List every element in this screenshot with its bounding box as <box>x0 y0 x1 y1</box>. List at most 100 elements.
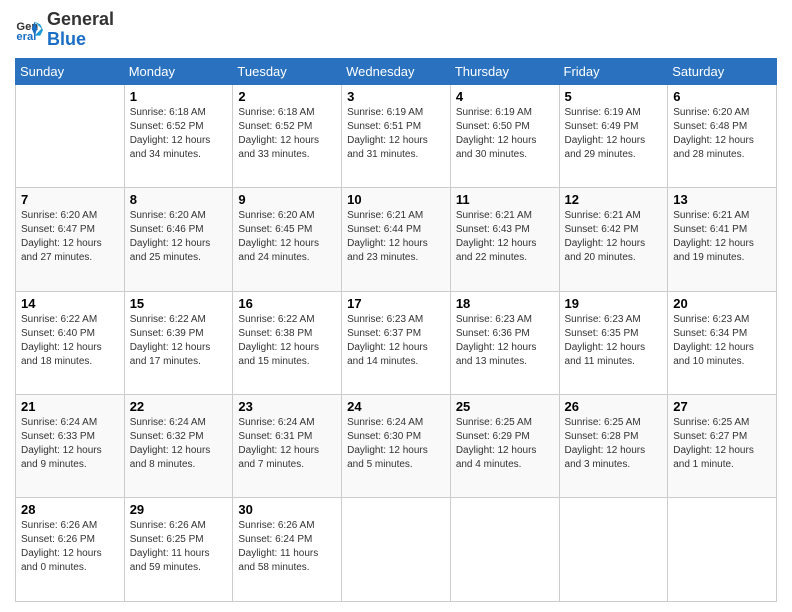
calendar-cell: 18Sunrise: 6:23 AM Sunset: 6:36 PM Dayli… <box>450 291 559 394</box>
calendar-cell <box>16 84 125 187</box>
day-number: 4 <box>456 89 554 104</box>
calendar-cell: 9 Sunrise: 6:20 AM Sunset: 6:45 PM Daylig… <box>233 188 342 291</box>
calendar-cell: 21 Sunrise: 6:24 AM Sunset: 6:33 PM Dayli… <box>16 395 125 498</box>
calendar-cell: 22 Sunrise: 6:24 AM Sunset: 6:32 PM Dayli… <box>124 395 233 498</box>
calendar-cell: 26 Sunrise: 6:25 AM Sunset: 6:28 PM Dayli… <box>559 395 668 498</box>
calendar-cell: 16 Sunrise: 6:22 AM Sunset: 6:38 PM Dayli… <box>233 291 342 394</box>
day-info: Sunrise: 6:22 AM Sunset: 6:38 PM Dayligh… <box>238 313 336 369</box>
calendar-cell: 6 Sunrise: 6:20 AM Sunset: 6:48 PM Daylig… <box>668 84 777 187</box>
day-number: 21 <box>21 399 119 414</box>
day-number: 17 <box>347 296 445 311</box>
day-info: Sunrise: 6:20 AM Sunset: 6:47 PM Dayligh… <box>21 209 119 265</box>
day-number: 18 <box>456 296 554 311</box>
week-row-4: 28Sunrise: 6:26 AM Sunset: 6:26 PM Dayli… <box>16 498 777 602</box>
day-info: Sunrise: 6:23 AM Sunset: 6:37 PM Dayligh… <box>347 313 445 369</box>
day-info: Sunrise: 6:20 AM Sunset: 6:46 PM Dayligh… <box>130 209 228 265</box>
calendar-cell: 24Sunrise: 6:24 AM Sunset: 6:30 PM Dayli… <box>342 395 451 498</box>
calendar-cell: 2 Sunrise: 6:18 AM Sunset: 6:52 PM Daylig… <box>233 84 342 187</box>
page: Gen eral General Blue SundayMondayTuesda… <box>0 0 792 612</box>
day-number: 23 <box>238 399 336 414</box>
calendar-cell: 15Sunrise: 6:22 AM Sunset: 6:39 PM Dayli… <box>124 291 233 394</box>
logo-icon: Gen eral <box>15 16 43 44</box>
logo-text: General Blue <box>47 10 114 50</box>
week-row-3: 21 Sunrise: 6:24 AM Sunset: 6:33 PM Dayli… <box>16 395 777 498</box>
calendar-cell: 4 Sunrise: 6:19 AM Sunset: 6:50 PM Daylig… <box>450 84 559 187</box>
calendar-cell: 25Sunrise: 6:25 AM Sunset: 6:29 PM Dayli… <box>450 395 559 498</box>
day-number: 14 <box>21 296 119 311</box>
calendar-cell: 1Sunrise: 6:18 AM Sunset: 6:52 PM Daylig… <box>124 84 233 187</box>
day-info: Sunrise: 6:22 AM Sunset: 6:39 PM Dayligh… <box>130 313 228 369</box>
day-number: 5 <box>565 89 663 104</box>
calendar-cell <box>342 498 451 602</box>
day-number: 10 <box>347 192 445 207</box>
calendar-cell: 11Sunrise: 6:21 AM Sunset: 6:43 PM Dayli… <box>450 188 559 291</box>
day-number: 6 <box>673 89 771 104</box>
header-day-monday: Monday <box>124 58 233 84</box>
day-number: 29 <box>130 502 228 517</box>
week-row-2: 14 Sunrise: 6:22 AM Sunset: 6:40 PM Dayli… <box>16 291 777 394</box>
day-number: 27 <box>673 399 771 414</box>
day-info: Sunrise: 6:23 AM Sunset: 6:35 PM Dayligh… <box>565 313 663 369</box>
calendar: SundayMondayTuesdayWednesdayThursdayFrid… <box>15 58 777 602</box>
calendar-cell: 5Sunrise: 6:19 AM Sunset: 6:49 PM Daylig… <box>559 84 668 187</box>
day-info: Sunrise: 6:24 AM Sunset: 6:33 PM Dayligh… <box>21 416 119 472</box>
week-row-0: 1 Sunrise: 6:18 AM Sunset: 6:52 PM Daylig… <box>16 84 777 187</box>
day-number: 25 <box>456 399 554 414</box>
calendar-cell: 20 Sunrise: 6:23 AM Sunset: 6:34 PM Dayli… <box>668 291 777 394</box>
calendar-cell: 8 Sunrise: 6:20 AM Sunset: 6:46 PM Daylig… <box>124 188 233 291</box>
day-info: Sunrise: 6:26 AM Sunset: 6:24 PM Dayligh… <box>238 519 336 575</box>
day-number: 9 <box>238 192 336 207</box>
day-info: Sunrise: 6:24 AM Sunset: 6:30 PM Dayligh… <box>347 416 445 472</box>
day-info: Sunrise: 6:22 AM Sunset: 6:40 PM Dayligh… <box>21 313 119 369</box>
calendar-cell: 30 Sunrise: 6:26 AM Sunset: 6:24 PM Dayli… <box>233 498 342 602</box>
day-number: 8 <box>130 192 228 207</box>
calendar-cell: 27Sunrise: 6:25 AM Sunset: 6:27 PM Dayli… <box>668 395 777 498</box>
day-info: Sunrise: 6:18 AM Sunset: 6:52 PM Dayligh… <box>238 106 336 162</box>
header-day-sunday: Sunday <box>16 58 125 84</box>
calendar-cell: 3Sunrise: 6:19 AM Sunset: 6:51 PM Daylig… <box>342 84 451 187</box>
header-day-tuesday: Tuesday <box>233 58 342 84</box>
calendar-cell: 13 Sunrise: 6:21 AM Sunset: 6:41 PM Dayli… <box>668 188 777 291</box>
day-number: 16 <box>238 296 336 311</box>
logo: Gen eral General Blue <box>15 10 114 50</box>
day-info: Sunrise: 6:20 AM Sunset: 6:48 PM Dayligh… <box>673 106 771 162</box>
header-day-wednesday: Wednesday <box>342 58 451 84</box>
calendar-cell: 12 Sunrise: 6:21 AM Sunset: 6:42 PM Dayli… <box>559 188 668 291</box>
day-info: Sunrise: 6:23 AM Sunset: 6:34 PM Dayligh… <box>673 313 771 369</box>
day-info: Sunrise: 6:21 AM Sunset: 6:42 PM Dayligh… <box>565 209 663 265</box>
calendar-cell: 14 Sunrise: 6:22 AM Sunset: 6:40 PM Dayli… <box>16 291 125 394</box>
week-row-1: 7 Sunrise: 6:20 AM Sunset: 6:47 PM Daylig… <box>16 188 777 291</box>
day-info: Sunrise: 6:21 AM Sunset: 6:41 PM Dayligh… <box>673 209 771 265</box>
day-info: Sunrise: 6:21 AM Sunset: 6:44 PM Dayligh… <box>347 209 445 265</box>
calendar-cell: 23 Sunrise: 6:24 AM Sunset: 6:31 PM Dayli… <box>233 395 342 498</box>
calendar-cell <box>559 498 668 602</box>
calendar-cell: 19Sunrise: 6:23 AM Sunset: 6:35 PM Dayli… <box>559 291 668 394</box>
calendar-header: SundayMondayTuesdayWednesdayThursdayFrid… <box>16 58 777 84</box>
day-number: 26 <box>565 399 663 414</box>
day-info: Sunrise: 6:24 AM Sunset: 6:32 PM Dayligh… <box>130 416 228 472</box>
calendar-cell: 7 Sunrise: 6:20 AM Sunset: 6:47 PM Daylig… <box>16 188 125 291</box>
day-info: Sunrise: 6:19 AM Sunset: 6:50 PM Dayligh… <box>456 106 554 162</box>
calendar-body: 1 Sunrise: 6:18 AM Sunset: 6:52 PM Daylig… <box>16 84 777 601</box>
calendar-cell: 17 Sunrise: 6:23 AM Sunset: 6:37 PM Dayli… <box>342 291 451 394</box>
day-info: Sunrise: 6:24 AM Sunset: 6:31 PM Dayligh… <box>238 416 336 472</box>
calendar-cell: 29 Sunrise: 6:26 AM Sunset: 6:25 PM Dayli… <box>124 498 233 602</box>
day-number: 20 <box>673 296 771 311</box>
calendar-cell: 28Sunrise: 6:26 AM Sunset: 6:26 PM Dayli… <box>16 498 125 602</box>
day-number: 7 <box>21 192 119 207</box>
day-info: Sunrise: 6:20 AM Sunset: 6:45 PM Dayligh… <box>238 209 336 265</box>
day-number: 12 <box>565 192 663 207</box>
day-info: Sunrise: 6:25 AM Sunset: 6:28 PM Dayligh… <box>565 416 663 472</box>
day-info: Sunrise: 6:26 AM Sunset: 6:25 PM Dayligh… <box>130 519 228 575</box>
header-day-friday: Friday <box>559 58 668 84</box>
day-number: 2 <box>238 89 336 104</box>
calendar-cell <box>450 498 559 602</box>
day-number: 28 <box>21 502 119 517</box>
day-number: 1 <box>130 89 228 104</box>
day-number: 30 <box>238 502 336 517</box>
day-number: 13 <box>673 192 771 207</box>
day-info: Sunrise: 6:19 AM Sunset: 6:51 PM Dayligh… <box>347 106 445 162</box>
day-info: Sunrise: 6:21 AM Sunset: 6:43 PM Dayligh… <box>456 209 554 265</box>
calendar-cell <box>668 498 777 602</box>
day-number: 22 <box>130 399 228 414</box>
